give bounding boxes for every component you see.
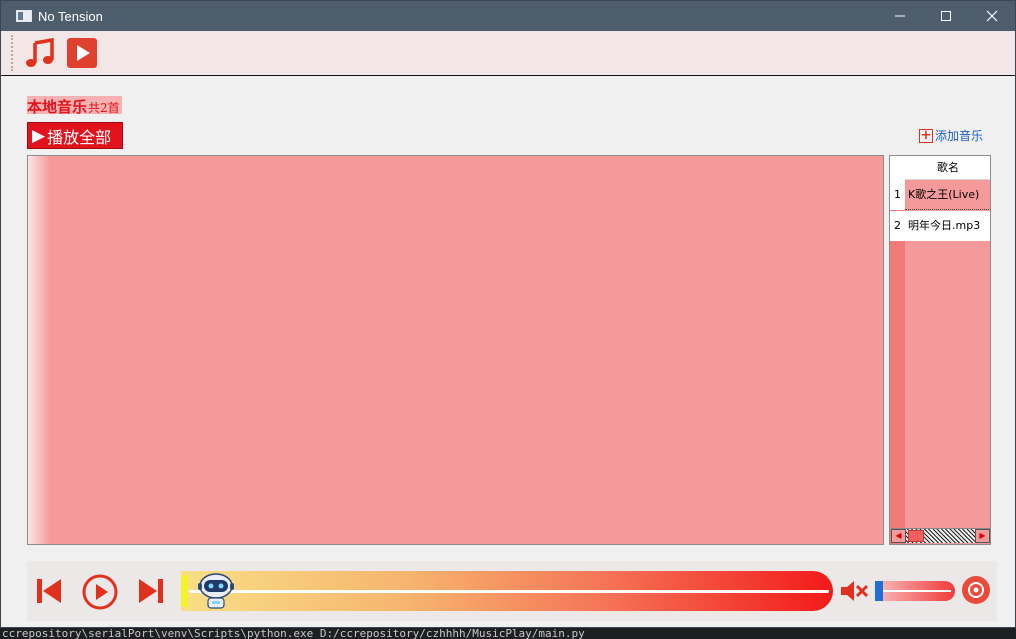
play-circle-icon <box>82 574 118 610</box>
app-icon <box>16 10 32 22</box>
app-window: No Tension 本地音乐 共2首 ▶ 播放全部 + 添加音乐 歌名 1 K… <box>0 0 1016 628</box>
close-icon <box>986 10 998 22</box>
song-table[interactable]: 歌名 1 K歌之王(Live) 2 明年今日.mp3 ◀ ▶ <box>889 155 991 545</box>
window-title: No Tension <box>38 8 103 24</box>
row-index: 1 <box>890 180 905 210</box>
song-name-cell[interactable]: K歌之王(Live) <box>905 180 990 210</box>
maximize-button[interactable] <box>923 1 969 31</box>
mute-button[interactable] <box>839 576 869 606</box>
robot-mascot-icon <box>198 573 234 609</box>
row-index: 2 <box>890 211 905 241</box>
library-count: 共2首 <box>88 101 120 115</box>
skip-previous-icon <box>37 579 61 603</box>
volume-handle[interactable] <box>875 581 883 601</box>
close-button[interactable] <box>969 1 1015 31</box>
table-corner <box>890 156 905 180</box>
content-panel <box>27 155 884 545</box>
previous-button[interactable] <box>35 575 63 607</box>
horizontal-scrollbar[interactable]: ◀ ▶ <box>891 528 990 543</box>
toolbar-grip[interactable] <box>11 35 14 71</box>
play-button[interactable] <box>81 573 119 611</box>
maximize-icon <box>941 11 951 21</box>
scroll-left-arrow-icon[interactable]: ◀ <box>891 529 906 543</box>
minimize-icon <box>895 15 905 17</box>
toolbar <box>1 31 1015 76</box>
library-title: 本地音乐 <box>27 98 88 116</box>
skip-next-icon <box>139 579 163 603</box>
progress-handle[interactable] <box>181 575 188 607</box>
plus-icon: + <box>919 127 933 143</box>
progress-slider[interactable] <box>181 571 833 611</box>
scroll-thumb[interactable] <box>908 530 924 542</box>
add-music-label: 添加音乐 <box>935 129 984 143</box>
window-controls <box>877 1 1015 31</box>
target-circle-icon <box>962 576 990 604</box>
player-controls <box>27 561 997 621</box>
add-music-button[interactable]: + 添加音乐 <box>919 127 983 144</box>
table-row[interactable]: 1 K歌之王(Live) <box>890 180 990 210</box>
minimize-button[interactable] <box>877 1 923 31</box>
video-button[interactable] <box>65 36 99 70</box>
video-play-icon <box>67 38 97 68</box>
column-header-song-name[interactable]: 歌名 <box>905 156 990 180</box>
playback-mode-button[interactable] <box>961 575 991 605</box>
play-triangle-icon: ▶ <box>32 125 46 146</box>
next-button[interactable] <box>137 575 165 607</box>
table-row[interactable]: 2 明年今日.mp3 <box>890 211 990 241</box>
music-button[interactable] <box>23 36 57 70</box>
title-bar[interactable]: No Tension <box>1 1 1015 31</box>
play-all-label: 播放全部 <box>47 127 112 147</box>
song-name-cell[interactable]: 明年今日.mp3 <box>905 211 990 241</box>
play-all-button[interactable]: ▶ 播放全部 <box>27 122 123 149</box>
scroll-right-arrow-icon[interactable]: ▶ <box>975 529 990 543</box>
volume-mute-icon <box>841 581 869 601</box>
terminal-command-line: ccrepository\serialPort\venv\Scripts\pyt… <box>0 628 1016 639</box>
music-note-icon <box>26 37 54 67</box>
progress-track <box>189 590 829 593</box>
local-music-title: 本地音乐 共2首 <box>27 96 122 116</box>
volume-track <box>881 590 951 592</box>
volume-slider[interactable] <box>875 581 955 601</box>
